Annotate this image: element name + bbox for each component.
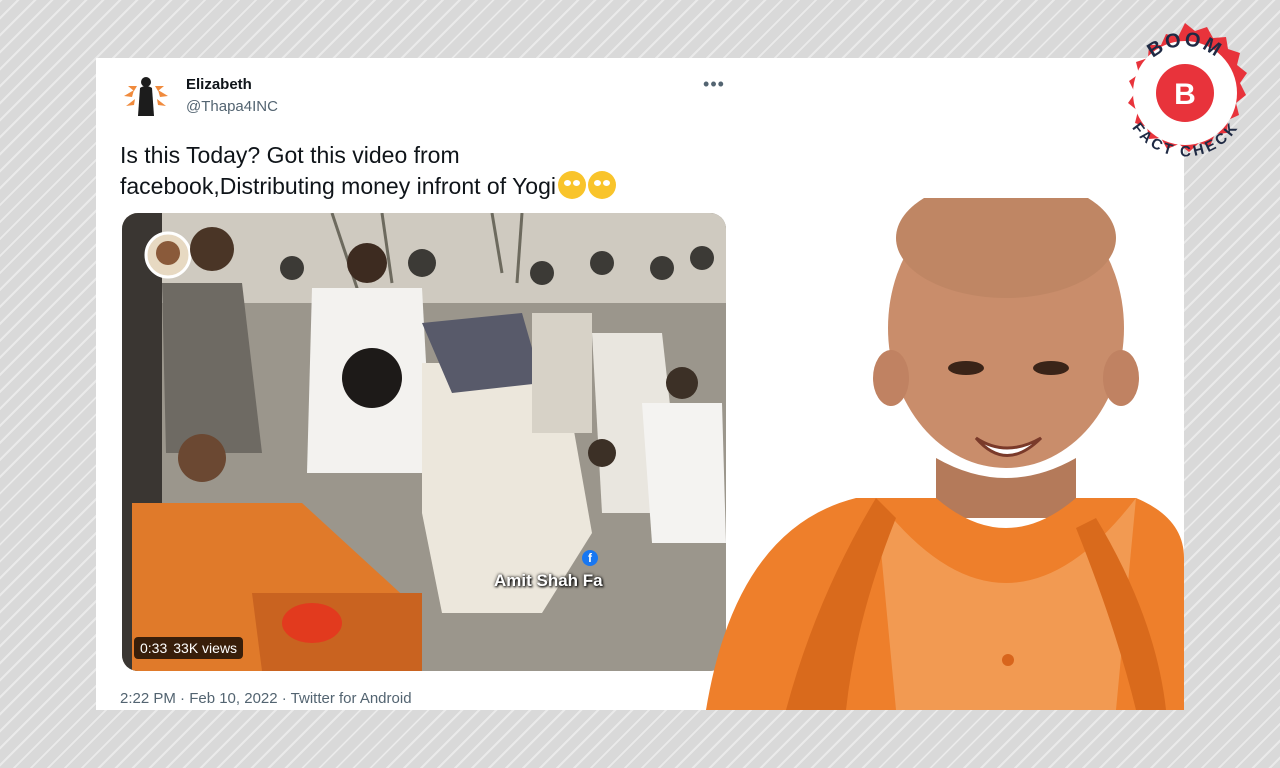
boom-fact-check-logo: BOOM FACT CHECK B bbox=[1114, 22, 1256, 164]
video-info-badge: 0:33 33K views bbox=[134, 637, 244, 659]
author-name[interactable]: Elizabeth bbox=[186, 76, 252, 93]
tweet-timestamp[interactable]: 2:22 PM · Feb 10, 2022 · Twitter for And… bbox=[120, 690, 412, 707]
tweet-text: Is this Today? Got this video from faceb… bbox=[120, 142, 556, 199]
rolling-eyes-emoji-icon bbox=[588, 171, 616, 199]
more-options-icon[interactable]: ••• bbox=[702, 74, 726, 94]
video-views: 33K views bbox=[173, 640, 238, 656]
video-duration: 0:33 bbox=[140, 640, 168, 656]
tweet-text-block: Is this Today? Got this video from faceb… bbox=[120, 140, 680, 202]
person-photo bbox=[556, 178, 1184, 710]
image-panel: Elizabeth @Thapa4INC ••• Is this Today? … bbox=[96, 58, 1184, 710]
avatar[interactable] bbox=[120, 70, 172, 122]
rolling-eyes-emoji-icon bbox=[558, 171, 586, 199]
logo-letter: B bbox=[1174, 78, 1196, 111]
author-handle[interactable]: @Thapa4INC bbox=[186, 98, 278, 115]
